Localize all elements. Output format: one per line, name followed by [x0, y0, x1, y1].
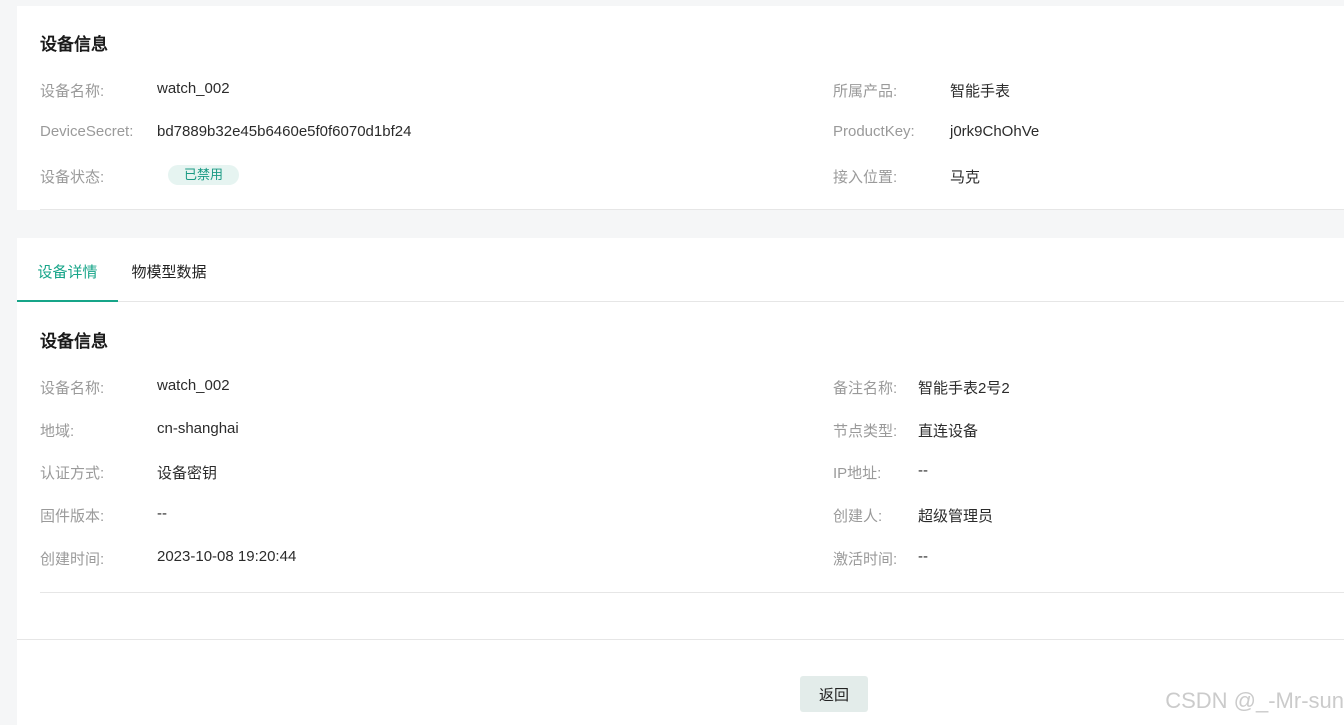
detail-label: 创建时间: [40, 551, 105, 568]
product-key-label: ProductKey: [833, 123, 915, 140]
detail-label: 备注名称: [833, 380, 898, 397]
device-name-value: watch_002 [157, 80, 230, 97]
detail-value: 智能手表2号2 [918, 380, 1010, 397]
detail-value: -- [918, 548, 928, 565]
device-secret-label: DeviceSecret: [40, 123, 134, 140]
detail-value: -- [918, 462, 928, 479]
detail-value: cn-shanghai [157, 420, 239, 437]
section-title: 设备信息 [40, 332, 108, 351]
detail-label: 地域: [40, 423, 75, 440]
detail-label: IP地址: [833, 465, 882, 482]
device-secret-value: bd7889b32e45b6460e5f0f6070d1bf24 [157, 123, 412, 140]
section-title: 设备信息 [40, 35, 108, 54]
detail-label: 设备名称: [40, 380, 105, 397]
back-button[interactable]: 返回 [800, 676, 868, 712]
detail-value: 超级管理员 [918, 508, 994, 525]
watermark: CSDN @_-Mr-sun [1165, 688, 1344, 713]
divider [17, 639, 1344, 640]
divider [40, 592, 1344, 593]
device-details-card: 设备详情 物模型数据 设备信息 设备名称: watch_002 地域: cn-s… [17, 238, 1344, 725]
tab-device-details[interactable]: 设备详情 [17, 238, 118, 302]
product-key-value: j0rk9ChOhVe [950, 123, 1040, 140]
detail-value: watch_002 [157, 377, 230, 394]
detail-label: 认证方式: [40, 465, 105, 482]
detail-label: 激活时间: [833, 551, 898, 568]
detail-value: -- [157, 505, 167, 522]
device-status-label: 设备状态: [40, 169, 105, 186]
detail-value: 直连设备 [918, 423, 979, 440]
detail-value: 设备密钥 [157, 465, 218, 482]
device-info-card: 设备信息 设备名称: watch_002 所属产品: 智能手表 DeviceSe… [17, 6, 1344, 210]
divider [40, 209, 1344, 210]
detail-label: 固件版本: [40, 508, 105, 525]
detail-label: 创建人: [833, 508, 883, 525]
product-value: 智能手表 [950, 83, 1011, 100]
detail-label: 节点类型: [833, 423, 898, 440]
tab-thing-model-data[interactable]: 物模型数据 [121, 238, 217, 301]
location-label: 接入位置: [833, 169, 898, 186]
location-value: 马克 [950, 169, 981, 186]
detail-value: 2023-10-08 19:20:44 [157, 548, 297, 565]
tab-bar: 设备详情 物模型数据 [17, 238, 1344, 302]
device-name-label: 设备名称: [40, 83, 105, 100]
status-badge: 已禁用 [168, 165, 240, 185]
product-label: 所属产品: [833, 83, 898, 100]
